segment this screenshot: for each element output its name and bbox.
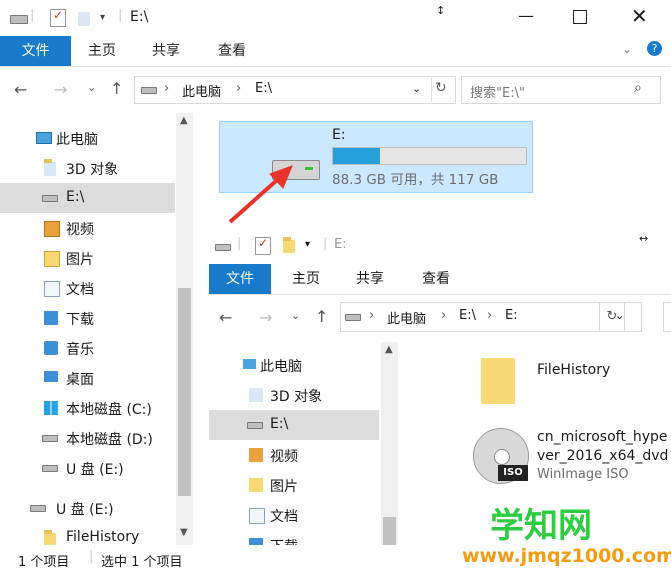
address-bar[interactable]: › 此电脑 › E:\ › E: ⌄ (340, 302, 642, 332)
sidebar-item-3d-objects[interactable]: 3D 对象 (209, 380, 384, 410)
documents-icon (249, 508, 265, 524)
list-item[interactable]: FileHistory (471, 350, 671, 404)
file-name: FileHistory (537, 362, 611, 378)
status-selected-count: 选中 1 个项目 (101, 555, 183, 570)
sidebar-item-e-drive[interactable]: E:\ (209, 410, 379, 440)
move-cursor-icon: ↔ (639, 232, 649, 245)
scroll-up-icon[interactable]: ▲ (385, 344, 393, 355)
watermark-url: www.jmqz1000.com (462, 545, 671, 567)
breadcrumb-mid[interactable]: E:\ (459, 308, 476, 323)
sidebar-scrollbar[interactable]: ▲ (381, 342, 398, 574)
tab-file[interactable]: 文件 (209, 264, 271, 294)
tab-share[interactable]: 共享 (356, 264, 384, 294)
navigation-pane: 此电脑 3D 对象 E:\ 视频 图片 文档 下载 音乐 (209, 342, 399, 574)
sidebar-item-videos[interactable]: 视频 (209, 440, 384, 470)
recent-locations-button[interactable]: ⌄ (291, 309, 300, 322)
overlay-explorer-window: | ✓ ▾ | E: ↔ 文件 主页 共享 查看 ← → ⌄ ↑ › 此电脑 ›… (209, 230, 671, 574)
up-button[interactable]: ↑ (315, 307, 328, 326)
divider: | (89, 549, 94, 564)
folder-icon (481, 358, 515, 404)
drive-icon (247, 422, 263, 429)
3d-objects-icon (249, 388, 263, 402)
sidebar-item-label: 此电脑 (260, 359, 302, 375)
search-box-edge[interactable] (663, 302, 671, 332)
sidebar-item-documents[interactable]: 文档 (209, 500, 384, 530)
ribbon-tabs: 文件 主页 共享 查看 (209, 264, 671, 295)
list-item[interactable]: ISO cn_microsoft_hype ver_2016_x64_dvd W… (471, 426, 671, 490)
divider: | (323, 236, 328, 251)
drive-icon (345, 314, 361, 321)
breadcrumb-separator: › (369, 308, 375, 323)
breadcrumb-separator: › (487, 308, 493, 323)
pictures-icon (249, 478, 263, 492)
breadcrumb-separator: › (441, 308, 447, 323)
new-folder-icon[interactable] (283, 237, 295, 253)
sidebar-item-label: E:\ (270, 416, 289, 432)
file-name-continued: ver_2016_x64_dvd (537, 448, 669, 464)
customize-quick-access-icon[interactable]: ▾ (305, 239, 310, 250)
breadcrumb-root[interactable]: 此电脑 (387, 308, 426, 327)
window-title: E: (334, 237, 347, 252)
videos-icon (249, 448, 263, 462)
sidebar-item-pictures[interactable]: 图片 (209, 470, 384, 500)
arrow-to-drive (228, 165, 293, 224)
sidebar-item-label: 视频 (270, 449, 298, 465)
computer-icon (243, 359, 256, 369)
watermark-brand: 学知网 (490, 506, 592, 546)
status-item-count: 1 个项目 (18, 555, 70, 570)
sidebar-item-label: 3D 对象 (270, 389, 323, 405)
properties-icon[interactable]: ✓ (255, 236, 271, 255)
file-name: cn_microsoft_hype (537, 429, 668, 445)
divider: | (237, 236, 242, 251)
back-button[interactable]: ← (219, 308, 232, 327)
sidebar-item-this-pc[interactable]: 此电脑 (209, 350, 384, 380)
iso-disc-icon: ISO (473, 428, 529, 484)
forward-button[interactable]: → (259, 308, 272, 327)
drive-icon (215, 244, 231, 251)
refresh-icon[interactable]: ↻ (599, 302, 625, 332)
file-type: WinImage ISO (537, 467, 629, 482)
sidebar-item-label: 图片 (270, 479, 298, 495)
sidebar-item-label: 文档 (270, 509, 298, 525)
tab-home[interactable]: 主页 (292, 264, 320, 294)
tab-view[interactable]: 查看 (422, 264, 450, 294)
breadcrumb-current[interactable]: E: (505, 308, 518, 323)
